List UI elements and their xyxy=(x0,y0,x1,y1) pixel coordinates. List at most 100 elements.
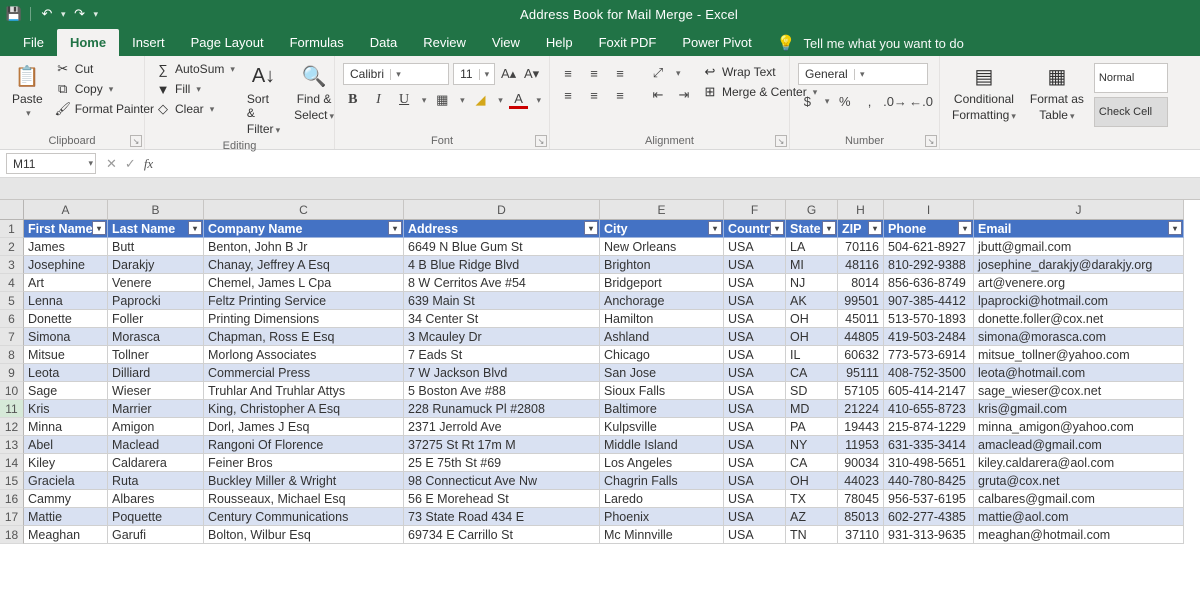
decrease-indent-icon[interactable]: ⇤ xyxy=(648,85,668,105)
cell[interactable]: Laredo xyxy=(600,490,724,508)
cell[interactable]: TX xyxy=(786,490,838,508)
orientation-icon[interactable]: ⤢ xyxy=(648,63,668,83)
cell[interactable]: Sioux Falls xyxy=(600,382,724,400)
cell[interactable]: Baltimore xyxy=(600,400,724,418)
cell[interactable]: 25 E 75th St #69 xyxy=(404,454,600,472)
row-header[interactable]: 17 xyxy=(0,508,24,526)
filter-dropdown-icon[interactable]: ▾ xyxy=(770,221,784,235)
column-header[interactable]: B xyxy=(108,200,204,220)
cell[interactable]: 11953 xyxy=(838,436,884,454)
cell[interactable]: USA xyxy=(724,490,786,508)
tab-foxit-pdf[interactable]: Foxit PDF xyxy=(586,29,670,56)
cell[interactable]: Bridgeport xyxy=(600,274,724,292)
cell[interactable]: 419-503-2484 xyxy=(884,328,974,346)
align-left-icon[interactable]: ≡ xyxy=(558,85,578,105)
cell[interactable]: Leota xyxy=(24,364,108,382)
accounting-format-icon[interactable]: $ xyxy=(798,91,817,111)
cell[interactable]: 70116 xyxy=(838,238,884,256)
row-header[interactable]: 15 xyxy=(0,472,24,490)
cell[interactable]: Middle Island xyxy=(600,436,724,454)
cell[interactable]: 310-498-5651 xyxy=(884,454,974,472)
cell[interactable]: USA xyxy=(724,238,786,256)
autosum-button[interactable]: ∑AutoSum▾ xyxy=(153,60,237,78)
cell[interactable]: OH xyxy=(786,310,838,328)
cell[interactable]: Chapman, Ross E Esq xyxy=(204,328,404,346)
tab-home[interactable]: Home xyxy=(57,29,119,56)
name-box[interactable]: M11▾ xyxy=(6,153,96,174)
cell[interactable]: Chemel, James L Cpa xyxy=(204,274,404,292)
cell[interactable]: Marrier xyxy=(108,400,204,418)
cell[interactable]: Meaghan xyxy=(24,526,108,544)
cell[interactable]: USA xyxy=(724,508,786,526)
cell[interactable]: Feiner Bros xyxy=(204,454,404,472)
cell[interactable]: Josephine xyxy=(24,256,108,274)
cell[interactable]: PA xyxy=(786,418,838,436)
filter-dropdown-icon[interactable]: ▾ xyxy=(188,221,202,235)
row-header[interactable]: 4 xyxy=(0,274,24,292)
cell[interactable]: Kulpsville xyxy=(600,418,724,436)
dialog-launcher-icon[interactable]: ↘ xyxy=(535,135,547,147)
row-header[interactable]: 7 xyxy=(0,328,24,346)
row-header[interactable]: 10 xyxy=(0,382,24,400)
cell[interactable]: NY xyxy=(786,436,838,454)
cell[interactable]: 99501 xyxy=(838,292,884,310)
row-header[interactable]: 12 xyxy=(0,418,24,436)
cell[interactable]: 3 Mcauley Dr xyxy=(404,328,600,346)
tell-me-search[interactable]: 💡Tell me what you want to do xyxy=(777,34,964,56)
row-header[interactable]: 18 xyxy=(0,526,24,544)
row-header[interactable]: 9 xyxy=(0,364,24,382)
dialog-launcher-icon[interactable]: ↘ xyxy=(775,135,787,147)
cell[interactable]: USA xyxy=(724,400,786,418)
cell[interactable]: Donette xyxy=(24,310,108,328)
cell[interactable]: Paprocki xyxy=(108,292,204,310)
cell[interactable]: TN xyxy=(786,526,838,544)
cell[interactable]: Wieser xyxy=(108,382,204,400)
filter-dropdown-icon[interactable]: ▾ xyxy=(868,221,882,235)
undo-icon[interactable]: ↶ xyxy=(39,6,55,22)
column-header[interactable]: J xyxy=(974,200,1184,220)
cell[interactable]: Kris xyxy=(24,400,108,418)
cell[interactable]: 90034 xyxy=(838,454,884,472)
dialog-launcher-icon[interactable]: ↘ xyxy=(925,135,937,147)
number-format-combo[interactable]: General▾ xyxy=(798,63,928,85)
cell[interactable]: 602-277-4385 xyxy=(884,508,974,526)
conditional-formatting-button[interactable]: ▤ Conditional Formatting▾ xyxy=(948,60,1020,124)
cell[interactable]: Chagrin Falls xyxy=(600,472,724,490)
filter-dropdown-icon[interactable]: ▾ xyxy=(708,221,722,235)
cancel-icon[interactable]: ✕ xyxy=(106,156,117,172)
cell[interactable]: USA xyxy=(724,364,786,382)
format-painter-button[interactable]: 🖌Format Painter xyxy=(53,100,156,118)
clear-button[interactable]: ◇Clear▾ xyxy=(153,100,237,118)
cell[interactable]: lpaprocki@hotmail.com xyxy=(974,292,1184,310)
cell[interactable]: jbutt@gmail.com xyxy=(974,238,1184,256)
cell[interactable]: sage_wieser@cox.net xyxy=(974,382,1184,400)
cell[interactable]: Art xyxy=(24,274,108,292)
table-header[interactable]: Email▾ xyxy=(974,220,1184,238)
font-color-button[interactable]: A xyxy=(509,92,529,109)
sort-filter-button[interactable]: A↓ Sort & Filter▾ xyxy=(243,60,284,138)
cell[interactable]: 48116 xyxy=(838,256,884,274)
cell[interactable]: Poquette xyxy=(108,508,204,526)
cell[interactable]: 215-874-1229 xyxy=(884,418,974,436)
cell[interactable]: Ashland xyxy=(600,328,724,346)
column-header[interactable]: F xyxy=(724,200,786,220)
cell[interactable]: Dilliard xyxy=(108,364,204,382)
cell[interactable]: USA xyxy=(724,382,786,400)
underline-button[interactable]: U xyxy=(394,90,414,110)
cell[interactable]: USA xyxy=(724,454,786,472)
cell[interactable]: 44023 xyxy=(838,472,884,490)
paste-button[interactable]: 📋 Paste ▾ xyxy=(8,60,47,121)
cell[interactable]: art@venere.org xyxy=(974,274,1184,292)
align-middle-icon[interactable]: ≡ xyxy=(584,63,604,83)
cell[interactable]: 69734 E Carrillo St xyxy=(404,526,600,544)
cell[interactable]: mattie@aol.com xyxy=(974,508,1184,526)
cell[interactable]: 37275 St Rt 17m M xyxy=(404,436,600,454)
row-header[interactable]: 3 xyxy=(0,256,24,274)
tab-power-pivot[interactable]: Power Pivot xyxy=(669,29,764,56)
cell[interactable]: 95111 xyxy=(838,364,884,382)
comma-format-icon[interactable]: , xyxy=(860,91,879,111)
cell[interactable]: USA xyxy=(724,436,786,454)
filter-dropdown-icon[interactable]: ▾ xyxy=(584,221,598,235)
cell[interactable]: mitsue_tollner@yahoo.com xyxy=(974,346,1184,364)
cell[interactable]: Tollner xyxy=(108,346,204,364)
